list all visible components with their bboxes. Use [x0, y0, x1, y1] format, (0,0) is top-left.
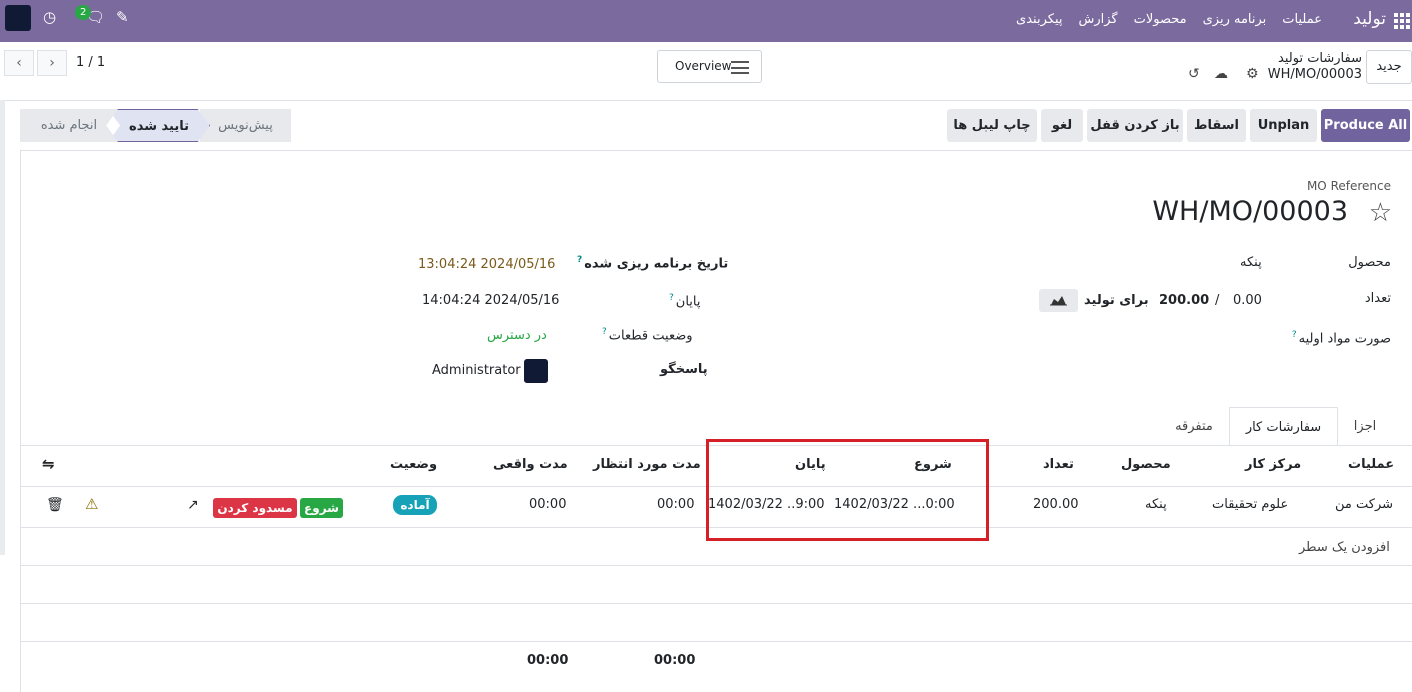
star-icon[interactable]: ☆	[1369, 198, 1392, 228]
pager-previous-button[interactable]: ‹	[4, 50, 34, 76]
control-panel: ‹ › 1 / 1 Overview جدید سفارشات تولید WH…	[0, 42, 1412, 101]
quantity-label: تعداد	[1364, 291, 1391, 306]
qty-separator: /	[1215, 293, 1220, 308]
left-edge	[0, 100, 5, 555]
empty-row-divider-2	[20, 603, 1412, 604]
external-link-icon[interactable]: ↗	[187, 497, 199, 513]
responsible-label: پاسخگو	[660, 362, 708, 377]
product-label: محصول	[1348, 255, 1391, 270]
help-icon: ?	[577, 255, 583, 265]
bom-label: ? صورت مواد اولیه	[1291, 330, 1391, 347]
col-expected-duration[interactable]: مدت مورد انتظار	[593, 457, 701, 472]
produce-all-button[interactable]: Produce All	[1321, 109, 1410, 142]
menu-planning[interactable]: برنامه ریزی	[1203, 12, 1267, 27]
pager-next-button[interactable]: ›	[37, 50, 67, 76]
row-real-duration[interactable]: 00:00	[529, 497, 566, 512]
responsible-avatar	[524, 359, 548, 383]
start-workorder-button[interactable]: شروع	[300, 498, 343, 518]
cancel-button[interactable]: لغو	[1041, 109, 1083, 142]
help-icon: ?	[1291, 330, 1297, 340]
product-value[interactable]: پنکه	[1240, 255, 1262, 270]
tab-miscellaneous[interactable]: متفرقه	[1164, 407, 1224, 446]
row-workcenter[interactable]: علوم تحقیقات	[1212, 497, 1288, 512]
pager-value[interactable]: 1 / 1	[76, 55, 105, 70]
col-workcenter[interactable]: مرکز کار	[1245, 457, 1301, 472]
forecast-chart-icon[interactable]	[1039, 289, 1078, 312]
block-workorder-button[interactable]: مسدود کردن	[213, 498, 297, 518]
warning-icon[interactable]: ⚠	[85, 495, 98, 513]
menu-reporting[interactable]: گزارش	[1078, 12, 1117, 27]
discard-icon[interactable]: ↺	[1188, 66, 1200, 82]
qty-total[interactable]: 200.00	[1159, 293, 1209, 308]
state-ready-badge: آماده	[393, 495, 437, 515]
status-draft[interactable]: پیش‌نویس	[200, 109, 291, 142]
empty-row-divider-1	[20, 565, 1412, 566]
new-button[interactable]: جدید	[1366, 50, 1412, 84]
col-status[interactable]: وضعیت	[390, 457, 437, 472]
scheduled-date-value[interactable]: 13:04:24 2024/05/16	[418, 257, 555, 272]
main-menu: عملیات برنامه ریزی محصولات گزارش پیکربند…	[1016, 12, 1322, 27]
edit-note-icon[interactable]: ✎	[116, 8, 129, 26]
unplan-button[interactable]: Unplan	[1250, 109, 1317, 142]
overview-button[interactable]: Overview	[657, 50, 762, 83]
total-real-duration: 00:00	[527, 653, 569, 668]
apps-menu-icon[interactable]	[1392, 11, 1412, 31]
components-status-value: در دسترس	[487, 328, 547, 343]
status-confirmed[interactable]: تایید شده	[108, 109, 210, 142]
mo-reference-label: MO Reference	[1306, 179, 1391, 193]
row-operation[interactable]: شرکت من	[1335, 497, 1393, 512]
scheduled-date-label: ? تاریخ برنامه ریزی شده	[577, 255, 729, 272]
help-icon: ?	[669, 293, 674, 303]
total-expected-duration: 00:00	[654, 653, 696, 668]
tab-components[interactable]: اجزا	[1345, 407, 1385, 446]
mo-reference: WH/MO/00003	[1152, 196, 1348, 227]
status-done[interactable]: انجام شده	[20, 109, 118, 142]
top-navbar: تولید عملیات برنامه ریزی محصولات گزارش پ…	[0, 0, 1412, 42]
print-labels-button[interactable]: چاپ لیبل ها	[947, 109, 1037, 142]
hamburger-icon	[731, 61, 749, 74]
highlight-box	[706, 439, 989, 541]
app-brand[interactable]: تولید	[1353, 9, 1386, 29]
breadcrumb-parent[interactable]: سفارشات تولید	[1278, 51, 1362, 66]
gear-icon[interactable]: ⚙	[1246, 66, 1259, 82]
delete-icon[interactable]: 🗑	[46, 497, 64, 513]
scrap-button[interactable]: اسقاط	[1187, 109, 1246, 142]
optional-columns-icon[interactable]: ⇋	[42, 455, 55, 473]
activity-clock-icon[interactable]: ◷	[43, 8, 56, 26]
col-quantity[interactable]: تعداد	[1043, 457, 1074, 472]
overview-label: Overview	[675, 59, 732, 73]
responsible-value[interactable]: Administrator	[432, 363, 521, 378]
menu-products[interactable]: محصولات	[1134, 12, 1187, 27]
menu-configuration[interactable]: پیکربندی	[1016, 12, 1062, 27]
col-product[interactable]: محصول	[1121, 457, 1171, 472]
tab-work-orders[interactable]: سفارشات کار	[1229, 407, 1338, 446]
qty-unit: برای تولید	[1084, 293, 1149, 308]
cloud-upload-icon[interactable]: ☁	[1214, 66, 1228, 82]
col-real-duration[interactable]: مدت واقعی	[493, 457, 568, 472]
components-status-label: ? وضعیت قطعات	[602, 327, 693, 344]
end-date-value[interactable]: 14:04:24 2024/05/16	[422, 293, 559, 308]
row-expected-duration[interactable]: 00:00	[657, 497, 694, 512]
help-icon: ?	[602, 327, 607, 337]
menu-operations[interactable]: عملیات	[1282, 12, 1322, 27]
add-line-link[interactable]: افزودن یک سطر	[1299, 540, 1390, 555]
footer-divider	[20, 641, 1412, 642]
end-date-label: ? پایان	[669, 293, 701, 310]
status-bar: پیش‌نویس تایید شده انجام شده	[20, 109, 291, 142]
col-operation[interactable]: عملیات	[1348, 457, 1394, 472]
qty-produced[interactable]: 0.00	[1233, 293, 1262, 308]
breadcrumb-current: WH/MO/00003	[1267, 67, 1362, 82]
unlock-button[interactable]: باز کردن قفل	[1087, 109, 1183, 142]
row-quantity[interactable]: 200.00	[1033, 497, 1079, 512]
user-avatar[interactable]	[5, 5, 31, 31]
row-product[interactable]: پنکه	[1145, 497, 1167, 512]
